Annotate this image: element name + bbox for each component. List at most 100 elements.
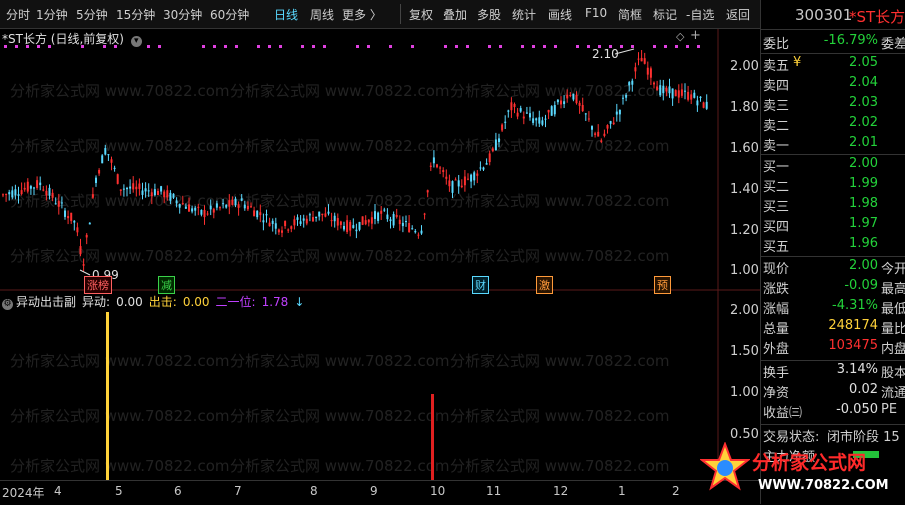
bid-row[interactable]: 买一 2.00 bbox=[761, 156, 905, 177]
candle-body bbox=[460, 185, 463, 188]
signal-dot bbox=[268, 45, 271, 48]
ask-row[interactable]: 卖五 ¥ 2.05 bbox=[761, 55, 905, 76]
ask-row[interactable]: 卖二 2.02 bbox=[761, 115, 905, 136]
candle-body bbox=[575, 94, 578, 104]
time-tick: 12 bbox=[553, 484, 569, 498]
ask-label: 卖二 bbox=[763, 119, 790, 134]
event-badge-limit-up[interactable]: 涨榜 bbox=[84, 276, 112, 294]
candle-body bbox=[191, 208, 194, 212]
bid-price: 1.98 bbox=[849, 196, 878, 211]
event-badge-reduce[interactable]: 减 bbox=[158, 276, 175, 294]
candle-body bbox=[690, 94, 693, 100]
candle-body bbox=[262, 220, 265, 223]
candlestick-chart[interactable]: 2.10 0.99 bbox=[0, 0, 760, 504]
stat-label: 净资 bbox=[763, 386, 790, 401]
signal-dot bbox=[532, 45, 535, 48]
candle-body bbox=[95, 177, 97, 183]
candle-body bbox=[671, 88, 674, 99]
candle-body bbox=[194, 207, 197, 211]
ask-row[interactable]: 卖四 2.04 bbox=[761, 75, 905, 96]
candle-body bbox=[665, 87, 668, 92]
arrow-down-icon: ↓ bbox=[294, 295, 305, 309]
candle-body bbox=[209, 205, 212, 210]
candle-body bbox=[591, 126, 593, 130]
candle-body bbox=[67, 216, 70, 219]
bid-label: 买二 bbox=[763, 180, 790, 195]
candle-body bbox=[420, 230, 423, 234]
event-badge-forecast[interactable]: 预 bbox=[654, 276, 671, 294]
candle-body bbox=[181, 203, 184, 205]
signal-dot bbox=[653, 45, 656, 48]
candle-body bbox=[321, 213, 324, 216]
candle-body bbox=[535, 118, 538, 121]
indicator-tick: 1.50 bbox=[730, 344, 759, 359]
weibi-row: 委比 -16.79% 委差 bbox=[761, 33, 905, 54]
candle-body bbox=[600, 140, 603, 142]
bid-price: 2.00 bbox=[849, 156, 878, 171]
signal-dot bbox=[686, 45, 689, 48]
candle-body bbox=[361, 216, 364, 225]
time-tick: 10 bbox=[430, 484, 446, 498]
candle-body bbox=[494, 139, 497, 151]
candle-body bbox=[339, 221, 342, 225]
bid-row[interactable]: 买五 1.96 bbox=[761, 236, 905, 257]
stat-extra: 最高 bbox=[881, 282, 905, 297]
event-badge-finance[interactable]: 财 bbox=[472, 276, 489, 294]
price-tick: 1.60 bbox=[730, 141, 759, 156]
time-axis: 2024年 4 5 6 7 8 9 10 11 12 1 2 bbox=[0, 480, 760, 505]
signal-dot bbox=[279, 45, 282, 48]
diamond-icon[interactable]: ◇ bbox=[676, 30, 684, 43]
candle-body bbox=[439, 167, 442, 169]
candle-body bbox=[234, 198, 237, 206]
candle-body bbox=[175, 200, 178, 204]
bid-row[interactable]: 买三 1.98 bbox=[761, 196, 905, 217]
candle-body bbox=[101, 155, 104, 164]
ask-row[interactable]: 卖一 2.01 bbox=[761, 135, 905, 156]
candle-body bbox=[374, 211, 376, 219]
signal-dot bbox=[367, 45, 370, 48]
candle-body bbox=[203, 209, 206, 218]
candle-body bbox=[612, 122, 615, 125]
signal-dot bbox=[235, 45, 238, 48]
candle-body bbox=[597, 131, 600, 137]
bid-row[interactable]: 买四 1.97 bbox=[761, 216, 905, 237]
candle-body bbox=[556, 99, 559, 103]
candle-body bbox=[129, 186, 132, 189]
candle-body bbox=[64, 210, 66, 217]
ask-row[interactable]: 卖三 2.03 bbox=[761, 95, 905, 116]
stat-value: -0.09 bbox=[844, 278, 878, 293]
time-tick: 7 bbox=[234, 484, 242, 498]
candle-body bbox=[656, 86, 659, 91]
candle-body bbox=[544, 118, 547, 120]
stat-label: 换手 bbox=[763, 366, 790, 381]
candle-body bbox=[529, 113, 531, 118]
settings-gear-icon[interactable]: ⚙ bbox=[2, 299, 13, 310]
candle-body bbox=[634, 67, 637, 72]
price-tick: 1.80 bbox=[730, 100, 759, 115]
candle-body bbox=[457, 180, 460, 187]
candle-body bbox=[516, 112, 519, 117]
candle-body bbox=[485, 163, 488, 165]
signal-dot bbox=[554, 45, 557, 48]
candle-body bbox=[172, 193, 175, 198]
candle-body bbox=[513, 103, 516, 108]
candle-body bbox=[392, 214, 395, 226]
candle-body bbox=[355, 229, 358, 232]
stat-extra: PE bbox=[881, 402, 898, 417]
candle-body bbox=[54, 203, 57, 205]
event-badge-incentive[interactable]: 激 bbox=[536, 276, 553, 294]
candle-body bbox=[383, 209, 386, 211]
price-tick: 1.20 bbox=[730, 223, 759, 238]
stat-label: 涨跌 bbox=[763, 282, 790, 297]
candle-body bbox=[243, 204, 246, 209]
bid-row[interactable]: 买二 1.99 bbox=[761, 176, 905, 197]
candle-body bbox=[674, 90, 677, 97]
chevron-down-icon[interactable]: ▾ bbox=[130, 36, 142, 47]
candle-body bbox=[184, 206, 187, 209]
plus-icon[interactable]: + bbox=[690, 28, 701, 43]
time-tick: 2 bbox=[672, 484, 680, 498]
signal-dot bbox=[301, 45, 304, 48]
ask-label: 卖三 bbox=[763, 99, 790, 114]
candle-body bbox=[637, 58, 640, 60]
candle-body bbox=[324, 213, 327, 217]
